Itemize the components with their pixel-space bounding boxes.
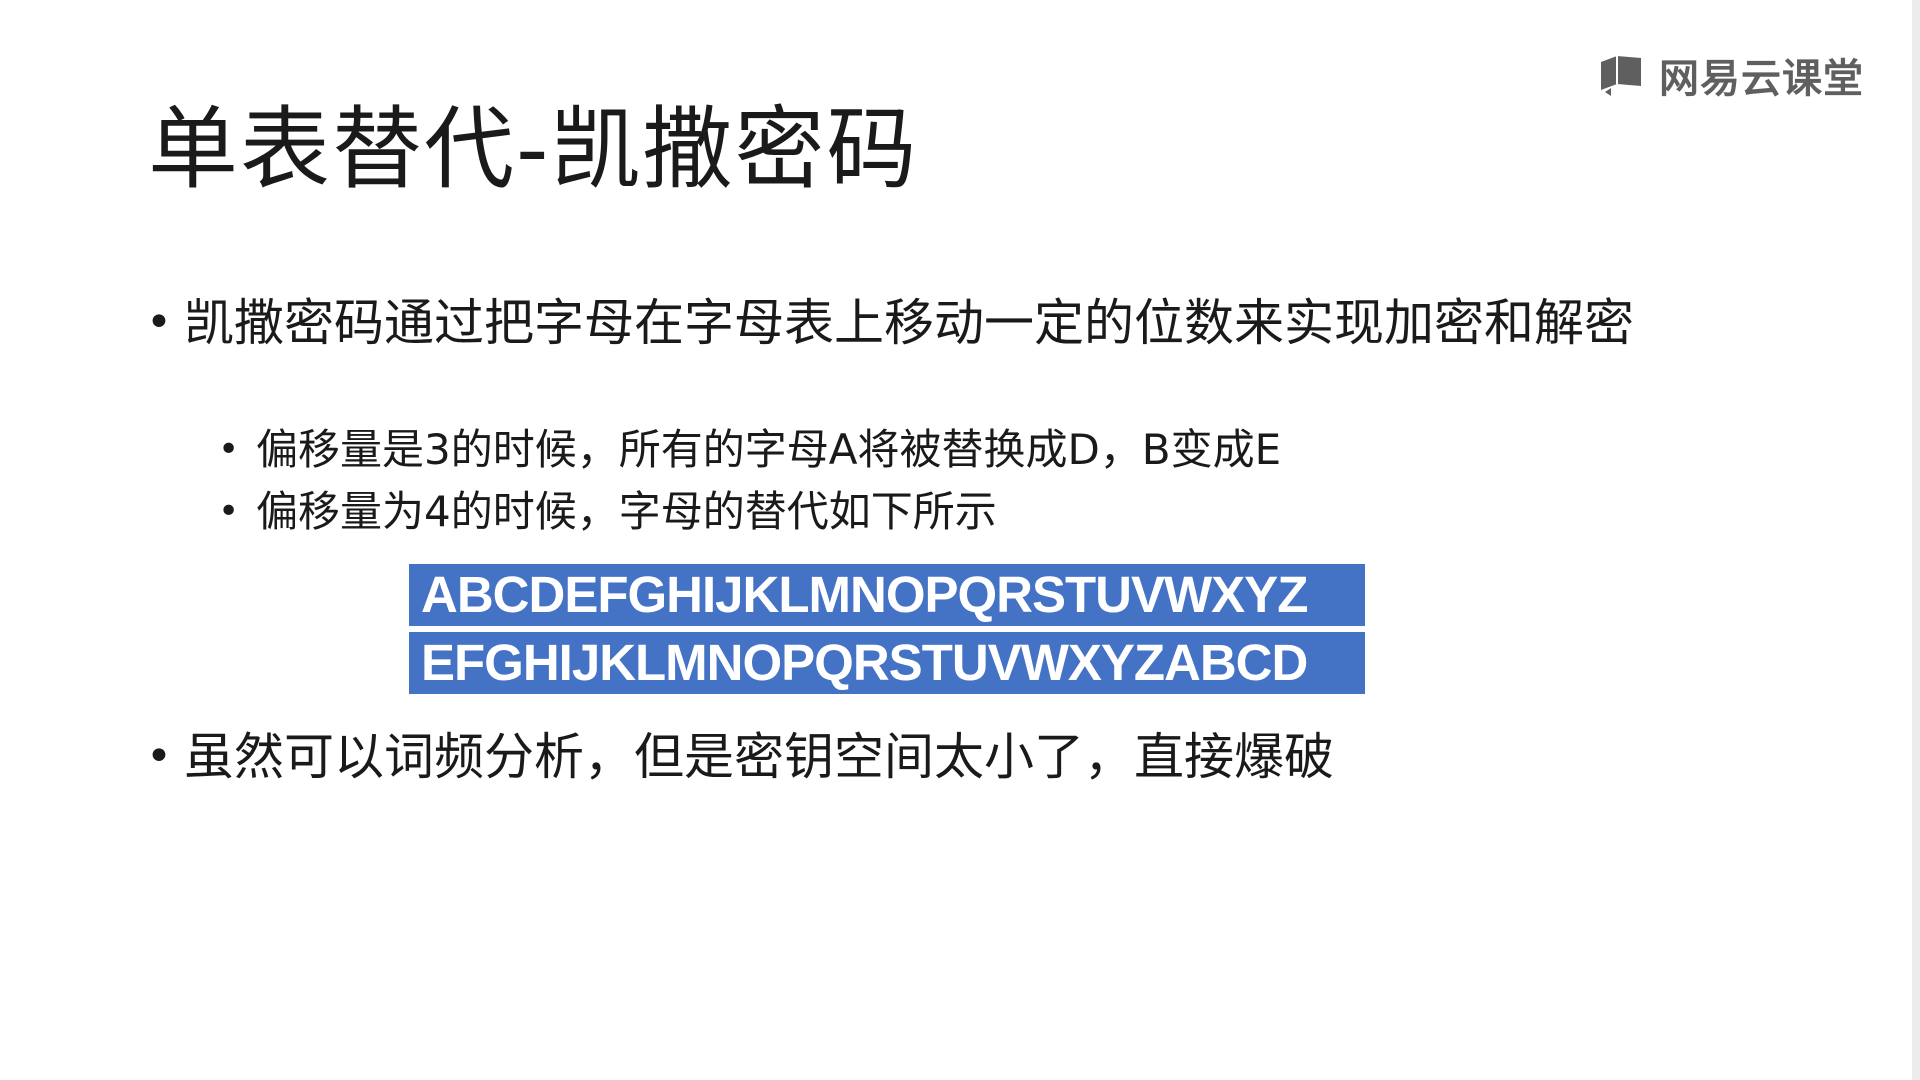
book-icon [1601,56,1641,96]
scrollbar-edge[interactable] [1912,0,1920,1080]
bullet-dot: • [146,731,172,782]
watermark-text: 网易云课堂 [1659,56,1864,102]
sub-bullet-item: • 偏移量是3的时候，所有的字母A将被替换成D，B变成E [218,420,1718,480]
bullet-text: 偏移量是3的时候，所有的字母A将被替换成D，B变成E [256,425,1282,474]
bullet-dot: • [218,491,240,532]
sub-bullet-item: • 偏移量为4的时候，字母的替代如下所示 [218,482,1718,542]
bullet-item: • 虽然可以词频分析，但是密钥空间太小了，直接爆破 [146,726,1766,788]
bullet-dot: • [146,297,172,348]
bullet-text: 凯撒密码通过把字母在字母表上移动一定的位数来实现加密和解密 [184,294,1634,352]
bullet-text: 虽然可以词频分析，但是密钥空间太小了，直接爆破 [184,728,1334,786]
slide: 网易云课堂 单表替代-凯撒密码 • 凯撒密码通过把字母在字母表上移动一定的位数来… [0,0,1920,1080]
bullet-text: 偏移量为4的时候，字母的替代如下所示 [256,487,997,536]
watermark-logo: 网易云课堂 [1597,46,1864,104]
bullet-item: • 凯撒密码通过把字母在字母表上移动一定的位数来实现加密和解密 [146,292,1766,354]
cipher-alphabet-row: EFGHIJKLMNOPQRSTUVWXYZABCD [409,632,1365,694]
slide-title: 单表替代-凯撒密码 [148,97,919,202]
plain-alphabet-row: ABCDEFGHIJKLMNOPQRSTUVWXYZ [409,564,1365,626]
bullet-dot: • [218,429,240,470]
